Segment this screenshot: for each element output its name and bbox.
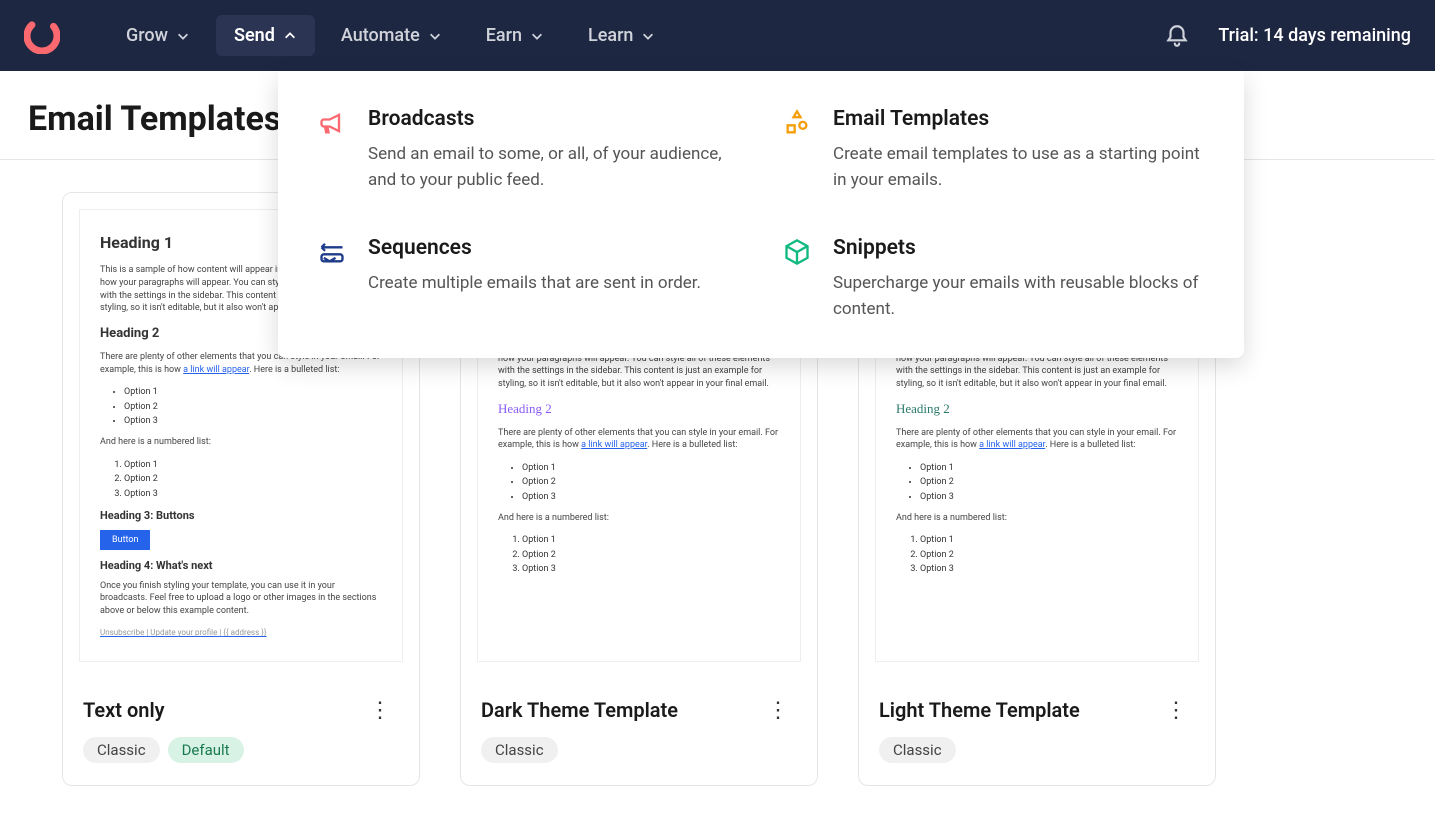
chevron-down-icon [176,29,190,43]
preview-list: Option 1 Option 2 Option 3 [100,459,382,501]
preview-text: And here is a numbered list: [100,436,382,449]
dropdown-title: Email Templates [833,107,1204,131]
nav-send[interactable]: Send [216,15,315,56]
preview-h2: Heading 2 [498,400,780,418]
nav-label: Grow [126,25,168,46]
preview-list: Option 1 Option 2 Option 3 [896,534,1178,576]
preview-h4: Heading 4: What's next [100,558,382,573]
preview-text: Once you finish styling your template, y… [100,580,382,618]
send-dropdown: Broadcasts Send an email to some, or all… [278,71,1244,358]
template-name: Dark Theme Template [481,698,678,722]
template-tags: Classic Default [83,737,399,763]
tag: Classic [481,737,558,763]
template-tags: Classic [481,737,797,763]
preview-list: Option 1 Option 2 Option 3 [498,462,780,504]
kebab-menu-icon[interactable]: ⋮ [361,694,399,727]
dropdown-sequences[interactable]: Sequences Create multiple emails that ar… [318,236,739,323]
chevron-down-icon [530,29,544,43]
nav-label: Earn [486,25,522,46]
bell-icon[interactable] [1164,23,1190,49]
template-footer: Dark Theme Template ⋮ Classic [461,678,817,785]
preview-button: Button [100,530,150,551]
preview-text: And here is a numbered list: [896,512,1178,525]
trial-status[interactable]: Trial: 14 days remaining [1218,25,1411,46]
cube-icon [783,238,811,266]
nav-earn[interactable]: Earn [468,15,562,56]
dropdown-title: Snippets [833,236,1204,260]
dropdown-title: Sequences [368,236,701,260]
dropdown-desc: Send an email to some, or all, of your a… [368,141,739,194]
chevron-down-icon [641,29,655,43]
dropdown-desc: Supercharge your emails with reusable bl… [833,270,1204,323]
template-tags: Classic [879,737,1195,763]
preview-list: Option 1 Option 2 Option 3 [498,534,780,576]
nav-grow[interactable]: Grow [108,15,208,56]
tag: Classic [83,737,160,763]
chevron-up-icon [283,29,297,43]
nav-label: Automate [341,25,420,46]
chevron-down-icon [428,29,442,43]
sequences-icon [318,238,346,266]
dropdown-desc: Create email templates to use as a start… [833,141,1204,194]
templates-icon [783,109,811,137]
nav-learn[interactable]: Learn [570,15,673,56]
tag-default: Default [168,737,244,763]
logo[interactable] [24,18,60,54]
dropdown-desc: Create multiple emails that are sent in … [368,270,701,296]
top-navbar: Grow Send Automate Earn Learn Trial: 14 … [0,0,1435,71]
kebab-menu-icon[interactable]: ⋮ [1157,694,1195,727]
preview-list: Option 1 Option 2 Option 3 [896,462,1178,504]
nav-label: Learn [588,25,633,46]
megaphone-icon [318,109,346,137]
template-footer: Light Theme Template ⋮ Classic [859,678,1215,785]
dropdown-templates[interactable]: Email Templates Create email templates t… [783,107,1204,194]
preview-list: Option 1 Option 2 Option 3 [100,386,382,428]
nav-automate[interactable]: Automate [323,15,460,56]
preview-text: And here is a numbered list: [498,512,780,525]
dropdown-broadcasts[interactable]: Broadcasts Send an email to some, or all… [318,107,739,194]
preview-text: There are plenty of other elements that … [498,427,780,452]
dropdown-snippets[interactable]: Snippets Supercharge your emails with re… [783,236,1204,323]
preview-h2: Heading 2 [896,400,1178,418]
preview-text: There are plenty of other elements that … [896,427,1178,452]
kebab-menu-icon[interactable]: ⋮ [759,694,797,727]
template-footer: Text only ⋮ Classic Default [63,678,419,785]
template-name: Light Theme Template [879,698,1080,722]
nav-label: Send [234,25,275,46]
tag: Classic [879,737,956,763]
preview-h3: Heading 3: Buttons [100,508,382,523]
template-name: Text only [83,698,165,722]
dropdown-title: Broadcasts [368,107,739,131]
preview-footer: Unsubscribe | Update your profile | {{ a… [100,627,382,638]
